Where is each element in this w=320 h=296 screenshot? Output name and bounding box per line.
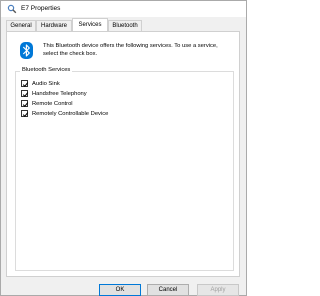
cancel-button[interactable]: Cancel [147, 284, 189, 296]
device-properties-icon [7, 4, 17, 14]
ok-button[interactable]: OK [99, 284, 141, 296]
tab-bluetooth[interactable]: Bluetooth [108, 20, 142, 31]
service-label: Handsfree Telephony [32, 91, 87, 97]
tab-general[interactable]: General [6, 20, 36, 31]
bluetooth-icon [20, 42, 33, 59]
services-info-text: This Bluetooth device offers the followi… [43, 43, 218, 57]
tab-hardware[interactable]: Hardware [36, 20, 72, 31]
properties-window: E7 Properties General Hardware Services … [0, 0, 247, 296]
service-label: Remote Control [32, 101, 73, 107]
service-label: Remotely Controllable Device [32, 111, 109, 117]
window-title: E7 Properties [21, 5, 61, 12]
tab-services[interactable]: Services [72, 18, 108, 31]
group-label: Bluetooth Services [20, 67, 73, 73]
checkbox-remote-control[interactable] [21, 100, 29, 107]
bluetooth-services-group: Bluetooth Services Audio Sink Handsfree … [15, 67, 234, 271]
checkbox-remotely-controllable-device[interactable] [21, 110, 29, 117]
title-bar: E7 Properties [1, 1, 246, 17]
checkbox-handsfree-telephony[interactable] [21, 90, 29, 97]
services-panel: This Bluetooth device offers the followi… [6, 31, 240, 277]
service-label: Audio Sink [32, 81, 60, 87]
apply-button[interactable]: Apply [197, 284, 239, 296]
checkbox-audio-sink[interactable] [21, 80, 29, 87]
